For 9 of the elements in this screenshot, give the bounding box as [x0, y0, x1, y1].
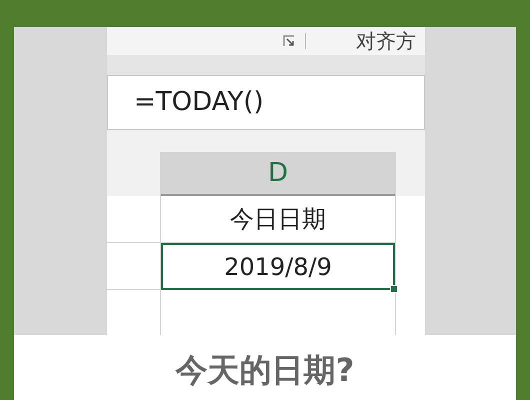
formula-bar[interactable]: =TODAY()	[107, 75, 425, 130]
table-cell[interactable]: 今日日期	[161, 196, 395, 243]
column-header[interactable]: D	[161, 152, 395, 196]
header-background	[396, 152, 425, 196]
caption-title: 今天的日期?	[176, 350, 354, 391]
table-cell[interactable]: 2019/8/9	[161, 243, 395, 290]
fill-handle[interactable]	[390, 285, 398, 293]
dialog-launcher-icon[interactable]	[283, 35, 295, 47]
ribbon-group-label: 对齐方	[356, 28, 416, 55]
